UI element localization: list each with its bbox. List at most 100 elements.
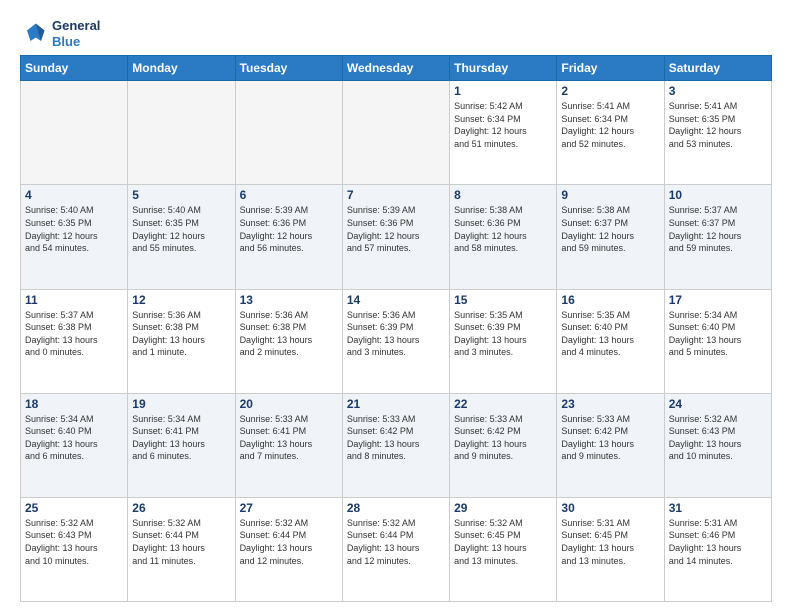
cell-data: Sunrise: 5:31 AM Sunset: 6:45 PM Dayligh… [561,517,659,567]
calendar-cell: 4 Sunrise: 5:40 AM Sunset: 6:35 PM Daylig… [21,185,128,289]
day-number: 12 [132,293,230,307]
calendar-cell: 26 Sunrise: 5:32 AM Sunset: 6:44 PM Dayli… [128,497,235,601]
day-number: 24 [669,397,767,411]
calendar-header-monday: Monday [128,56,235,81]
day-number: 28 [347,501,445,515]
cell-data: Sunrise: 5:32 AM Sunset: 6:43 PM Dayligh… [669,413,767,463]
cell-data: Sunrise: 5:33 AM Sunset: 6:42 PM Dayligh… [561,413,659,463]
calendar-cell: 21 Sunrise: 5:33 AM Sunset: 6:42 PM Dayli… [342,393,449,497]
day-number: 2 [561,84,659,98]
calendar-week-2: 4 Sunrise: 5:40 AM Sunset: 6:35 PM Daylig… [21,185,772,289]
calendar-cell: 31 Sunrise: 5:31 AM Sunset: 6:46 PM Dayli… [664,497,771,601]
cell-data: Sunrise: 5:34 AM Sunset: 6:41 PM Dayligh… [132,413,230,463]
day-number: 30 [561,501,659,515]
calendar-cell: 18 Sunrise: 5:34 AM Sunset: 6:40 PM Dayli… [21,393,128,497]
cell-data: Sunrise: 5:41 AM Sunset: 6:35 PM Dayligh… [669,100,767,150]
day-number: 14 [347,293,445,307]
calendar-cell [342,81,449,185]
calendar-week-3: 11Sunrise: 5:37 AM Sunset: 6:38 PM Dayli… [21,289,772,393]
calendar-header-friday: Friday [557,56,664,81]
cell-data: Sunrise: 5:36 AM Sunset: 6:38 PM Dayligh… [240,309,338,359]
day-number: 31 [669,501,767,515]
cell-data: Sunrise: 5:38 AM Sunset: 6:36 PM Dayligh… [454,204,552,254]
cell-data: Sunrise: 5:34 AM Sunset: 6:40 PM Dayligh… [669,309,767,359]
calendar-cell: 14 Sunrise: 5:36 AM Sunset: 6:39 PM Dayli… [342,289,449,393]
cell-data: Sunrise: 5:36 AM Sunset: 6:39 PM Dayligh… [347,309,445,359]
day-number: 21 [347,397,445,411]
calendar-cell: 7 Sunrise: 5:39 AM Sunset: 6:36 PM Daylig… [342,185,449,289]
day-number: 13 [240,293,338,307]
calendar-header-saturday: Saturday [664,56,771,81]
cell-data: Sunrise: 5:37 AM Sunset: 6:38 PM Dayligh… [25,309,123,359]
logo: General Blue [20,18,100,49]
calendar-cell [128,81,235,185]
calendar-cell: 20Sunrise: 5:33 AM Sunset: 6:41 PM Dayli… [235,393,342,497]
calendar-cell: 19 Sunrise: 5:34 AM Sunset: 6:41 PM Dayli… [128,393,235,497]
day-number: 7 [347,188,445,202]
cell-data: Sunrise: 5:35 AM Sunset: 6:39 PM Dayligh… [454,309,552,359]
cell-data: Sunrise: 5:32 AM Sunset: 6:44 PM Dayligh… [132,517,230,567]
calendar-cell: 1 Sunrise: 5:42 AM Sunset: 6:34 PM Daylig… [450,81,557,185]
day-number: 27 [240,501,338,515]
day-number: 18 [25,397,123,411]
calendar-cell: 25Sunrise: 5:32 AM Sunset: 6:43 PM Dayli… [21,497,128,601]
day-number: 15 [454,293,552,307]
cell-data: Sunrise: 5:32 AM Sunset: 6:44 PM Dayligh… [240,517,338,567]
cell-data: Sunrise: 5:40 AM Sunset: 6:35 PM Dayligh… [25,204,123,254]
cell-data: Sunrise: 5:33 AM Sunset: 6:42 PM Dayligh… [347,413,445,463]
calendar-cell: 10Sunrise: 5:37 AM Sunset: 6:37 PM Dayli… [664,185,771,289]
cell-data: Sunrise: 5:39 AM Sunset: 6:36 PM Dayligh… [240,204,338,254]
day-number: 20 [240,397,338,411]
cell-data: Sunrise: 5:36 AM Sunset: 6:38 PM Dayligh… [132,309,230,359]
cell-data: Sunrise: 5:42 AM Sunset: 6:34 PM Dayligh… [454,100,552,150]
calendar-cell: 13 Sunrise: 5:36 AM Sunset: 6:38 PM Dayli… [235,289,342,393]
calendar-header-row: SundayMondayTuesdayWednesdayThursdayFrid… [21,56,772,81]
cell-data: Sunrise: 5:33 AM Sunset: 6:42 PM Dayligh… [454,413,552,463]
day-number: 26 [132,501,230,515]
day-number: 3 [669,84,767,98]
calendar-cell: 5 Sunrise: 5:40 AM Sunset: 6:35 PM Daylig… [128,185,235,289]
calendar-header-sunday: Sunday [21,56,128,81]
page: General Blue SundayMondayTuesdayWednesda… [0,0,792,612]
cell-data: Sunrise: 5:32 AM Sunset: 6:45 PM Dayligh… [454,517,552,567]
calendar-cell: 23 Sunrise: 5:33 AM Sunset: 6:42 PM Dayli… [557,393,664,497]
day-number: 1 [454,84,552,98]
calendar-cell [235,81,342,185]
calendar-cell: 17 Sunrise: 5:34 AM Sunset: 6:40 PM Dayli… [664,289,771,393]
cell-data: Sunrise: 5:39 AM Sunset: 6:36 PM Dayligh… [347,204,445,254]
calendar-cell: 3 Sunrise: 5:41 AM Sunset: 6:35 PM Daylig… [664,81,771,185]
logo-text: General Blue [52,18,100,49]
day-number: 9 [561,188,659,202]
cell-data: Sunrise: 5:40 AM Sunset: 6:35 PM Dayligh… [132,204,230,254]
cell-data: Sunrise: 5:37 AM Sunset: 6:37 PM Dayligh… [669,204,767,254]
calendar-table: SundayMondayTuesdayWednesdayThursdayFrid… [20,55,772,602]
cell-data: Sunrise: 5:35 AM Sunset: 6:40 PM Dayligh… [561,309,659,359]
calendar-cell: 11Sunrise: 5:37 AM Sunset: 6:38 PM Dayli… [21,289,128,393]
logo-icon [20,20,48,48]
calendar-cell: 16Sunrise: 5:35 AM Sunset: 6:40 PM Dayli… [557,289,664,393]
calendar-cell: 9Sunrise: 5:38 AM Sunset: 6:37 PM Daylig… [557,185,664,289]
calendar-cell: 22 Sunrise: 5:33 AM Sunset: 6:42 PM Dayli… [450,393,557,497]
day-number: 25 [25,501,123,515]
cell-data: Sunrise: 5:41 AM Sunset: 6:34 PM Dayligh… [561,100,659,150]
cell-data: Sunrise: 5:32 AM Sunset: 6:44 PM Dayligh… [347,517,445,567]
day-number: 22 [454,397,552,411]
day-number: 8 [454,188,552,202]
day-number: 5 [132,188,230,202]
day-number: 23 [561,397,659,411]
calendar-cell: 6Sunrise: 5:39 AM Sunset: 6:36 PM Daylig… [235,185,342,289]
calendar-cell [21,81,128,185]
cell-data: Sunrise: 5:34 AM Sunset: 6:40 PM Dayligh… [25,413,123,463]
calendar-cell: 2 Sunrise: 5:41 AM Sunset: 6:34 PM Daylig… [557,81,664,185]
calendar-header-tuesday: Tuesday [235,56,342,81]
calendar-cell: 30 Sunrise: 5:31 AM Sunset: 6:45 PM Dayli… [557,497,664,601]
calendar-header-thursday: Thursday [450,56,557,81]
day-number: 19 [132,397,230,411]
calendar-week-4: 18 Sunrise: 5:34 AM Sunset: 6:40 PM Dayli… [21,393,772,497]
calendar-cell: 15 Sunrise: 5:35 AM Sunset: 6:39 PM Dayli… [450,289,557,393]
calendar-cell: 24 Sunrise: 5:32 AM Sunset: 6:43 PM Dayli… [664,393,771,497]
calendar-cell: 27 Sunrise: 5:32 AM Sunset: 6:44 PM Dayli… [235,497,342,601]
day-number: 4 [25,188,123,202]
cell-data: Sunrise: 5:31 AM Sunset: 6:46 PM Dayligh… [669,517,767,567]
day-number: 17 [669,293,767,307]
